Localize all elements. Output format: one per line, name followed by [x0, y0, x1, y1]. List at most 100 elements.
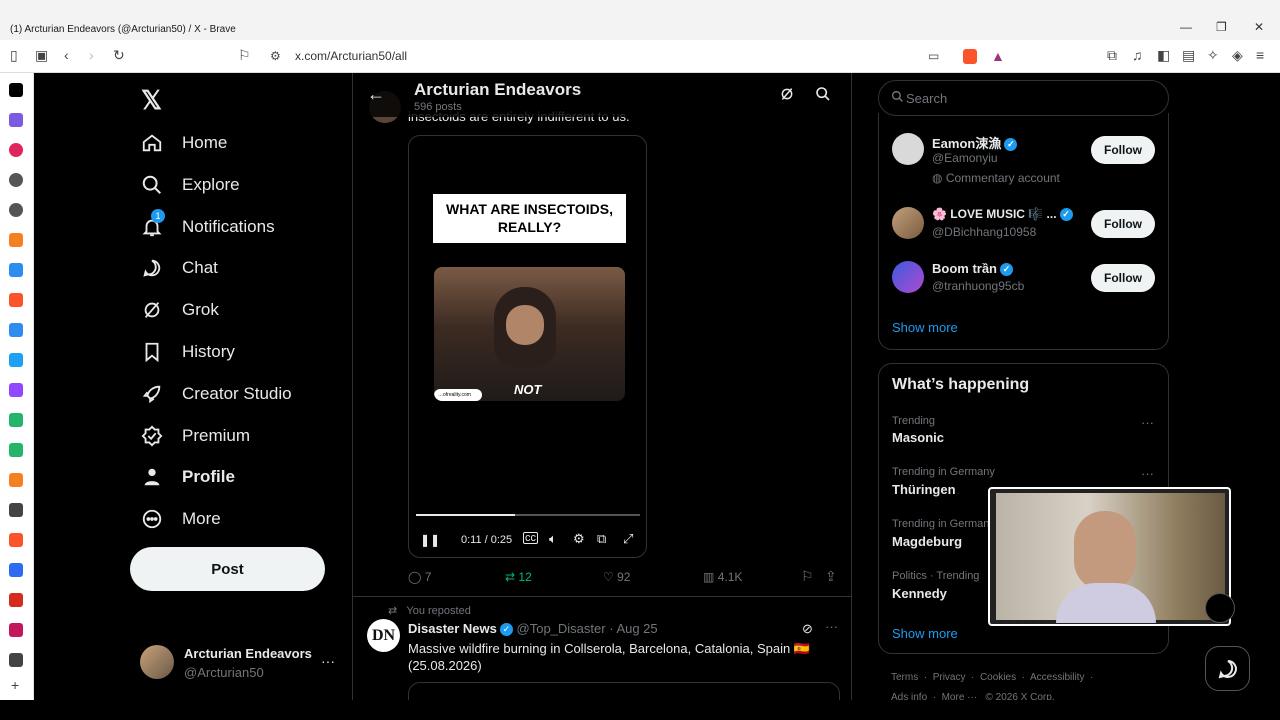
app-icon[interactable] [9, 563, 23, 577]
brave-icon[interactable] [9, 293, 23, 307]
globe-icon[interactable] [9, 173, 23, 187]
bookmark-icon[interactable]: ⚐ [801, 568, 814, 585]
trend-more-icon[interactable]: ··· [1141, 466, 1154, 481]
grok-icon[interactable]: ⊘ [802, 621, 813, 637]
trend-topic[interactable]: Masonic [892, 430, 944, 445]
follow-button[interactable]: Follow [1091, 136, 1155, 164]
app-icon[interactable] [9, 353, 23, 367]
forward-icon[interactable]: › [89, 47, 94, 63]
address-bar[interactable]: x.com/Arcturian50/all [295, 49, 407, 63]
show-more-link[interactable]: Show more [892, 626, 958, 641]
app-icon[interactable] [9, 323, 23, 337]
fullscreen-icon[interactable]: ⤢ [623, 531, 633, 547]
reload-icon[interactable]: ↻ [113, 47, 125, 64]
app-icon[interactable] [9, 413, 23, 427]
video-progress-track[interactable] [416, 514, 640, 516]
like-button[interactable]: ♡ 92 [603, 570, 630, 584]
play-icon[interactable] [9, 233, 23, 247]
trend-more-icon[interactable]: ··· [1141, 415, 1154, 430]
site-info-icon[interactable]: ⚙ [270, 49, 281, 63]
repost-button[interactable]: ⇄ 12 [505, 570, 532, 584]
trend-topic[interactable]: Magdeburg [892, 534, 962, 549]
extensions-icon[interactable]: ⧉ [1107, 47, 1117, 64]
account-name[interactable]: Arcturian Endeavors [184, 646, 312, 661]
globe-icon[interactable] [9, 203, 23, 217]
follow-account-name[interactable]: Boom trần ✓ [932, 261, 1013, 277]
footer-link-ads[interactable]: Ads info [891, 692, 927, 700]
nav-grok[interactable]: Grok [140, 292, 219, 328]
follow-avatar[interactable] [892, 261, 924, 293]
shield-icon[interactable] [9, 503, 23, 517]
quoted-tweet[interactable] [408, 682, 840, 700]
back-arrow-icon[interactable]: ← [367, 84, 385, 105]
sidebar-toggle-icon[interactable]: ▯ [10, 47, 18, 64]
mail-icon[interactable] [9, 113, 23, 127]
shield-icon[interactable] [9, 653, 23, 667]
footer-link-accessibility[interactable]: Accessibility [1030, 672, 1084, 683]
nav-history[interactable]: History [140, 334, 235, 370]
nav-premium[interactable]: Premium [140, 418, 250, 454]
app-icon[interactable] [9, 443, 23, 457]
nav-home[interactable]: Home [140, 125, 227, 161]
reply-button[interactable]: ◯ 7 [408, 570, 431, 584]
chat-float-button[interactable] [1205, 646, 1250, 691]
maple-leaf-icon[interactable] [9, 593, 23, 607]
nav-profile[interactable]: Profile [140, 459, 235, 495]
menu-icon[interactable]: ≡ [1256, 47, 1264, 63]
footer-link-privacy[interactable]: Privacy [933, 672, 966, 683]
show-more-link[interactable]: Show more [892, 320, 958, 335]
account-avatar[interactable] [140, 645, 174, 679]
pause-icon[interactable]: ❚❚ [420, 533, 440, 547]
leo-icon[interactable]: ✧ [1207, 47, 1219, 64]
follow-button[interactable]: Follow [1091, 264, 1155, 292]
video-player[interactable]: WHAT ARE INSECTOIDS, REALLY? NOT …ofreal… [408, 135, 647, 558]
post-button[interactable]: Post [130, 547, 325, 591]
vpn-icon[interactable]: ◈ [1232, 47, 1243, 64]
tweet-date[interactable]: · Aug 25 [609, 621, 657, 636]
nav-more[interactable]: More [140, 501, 221, 537]
wallet-icon[interactable]: ▤ [1182, 47, 1195, 64]
share-icon[interactable]: ⇪ [825, 568, 837, 585]
follow-avatar[interactable] [892, 133, 924, 165]
trend-topic[interactable]: Thüringen [892, 482, 956, 497]
brave-rewards-icon[interactable]: ▲ [991, 48, 1005, 64]
captions-icon[interactable]: cc [523, 532, 538, 544]
back-icon[interactable]: ‹ [64, 47, 69, 63]
x-app-icon[interactable] [9, 83, 23, 97]
media-icon[interactable]: ♫ [1132, 47, 1143, 63]
footer-link-terms[interactable]: Terms [891, 672, 918, 683]
follow-account-name[interactable]: 🌸 LOVE MUSIC 🎼 ... ✓ [932, 207, 1073, 222]
search-icon[interactable] [815, 86, 831, 107]
twitch-icon[interactable] [9, 383, 23, 397]
tweet-avatar[interactable]: DN [367, 619, 400, 652]
brave-shield-icon[interactable] [963, 49, 977, 64]
brave-icon[interactable] [9, 533, 23, 547]
add-icon[interactable]: + [11, 677, 19, 693]
nav-creator-studio[interactable]: Creator Studio [140, 376, 292, 412]
x-logo-icon[interactable]: 𝕏 [141, 85, 162, 116]
nav-notifications[interactable]: 1 Notifications [140, 209, 275, 245]
bookmark-page-icon[interactable]: ⚐ [238, 47, 251, 64]
sidebar-icon[interactable]: ◧ [1157, 47, 1170, 64]
tab-icon[interactable]: ▣ [35, 47, 48, 64]
follow-account-name[interactable]: Eamon涑漁 ✓ [932, 133, 1018, 152]
grok-icon[interactable] [779, 86, 795, 107]
app-icon[interactable] [9, 623, 23, 637]
picture-in-picture-icon[interactable]: ⧉ [597, 531, 606, 547]
footer-link-cookies[interactable]: Cookies [980, 672, 1016, 683]
app-icon[interactable] [9, 263, 23, 277]
search-input[interactable]: Search [878, 80, 1169, 116]
account-more-icon[interactable]: ··· [321, 653, 335, 669]
trend-topic[interactable]: Kennedy [892, 586, 947, 601]
volume-icon[interactable]: 🔈︎ [549, 531, 557, 547]
minimize-icon[interactable]: — [1180, 20, 1192, 34]
grok-float-button[interactable] [1205, 593, 1235, 623]
play-icon[interactable] [9, 473, 23, 487]
tweet-author-handle[interactable]: @Top_Disaster [517, 621, 606, 636]
views-button[interactable]: ▥ 4.1K [703, 570, 742, 584]
tweet-author-name[interactable]: Disaster News [408, 621, 497, 636]
tweet-more-icon[interactable]: ··· [825, 619, 838, 634]
cast-icon[interactable]: ▭ [928, 49, 939, 63]
follow-avatar[interactable] [892, 207, 924, 239]
close-icon[interactable]: ✕ [1254, 20, 1264, 34]
